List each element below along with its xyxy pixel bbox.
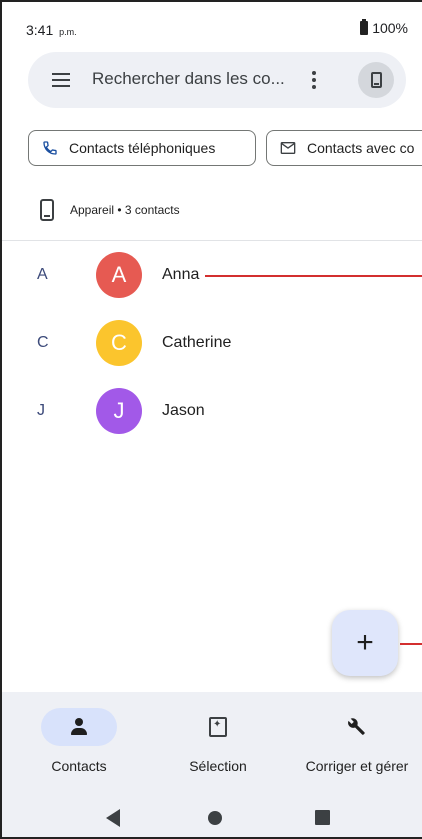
search-bar[interactable]: Rechercher dans les co... [28,52,406,108]
add-contact-button[interactable]: + [332,610,398,676]
annotation-line [400,643,422,645]
status-time-suffix: p.m. [59,27,77,37]
contact-name: Anna [162,266,200,283]
section-letter: J [37,402,45,419]
account-avatar[interactable] [358,62,394,98]
nav-contacts[interactable]: Contacts [9,708,149,774]
contact-row-jason[interactable]: J J Jason [2,382,422,442]
chip-email-label: Contacts avec co [307,140,415,156]
status-time: 3:41 p.m. [26,22,77,38]
section-letter: C [37,334,49,351]
chip-phone-contacts[interactable]: Contacts téléphoniques [28,130,256,166]
chip-phone-label: Contacts téléphoniques [69,140,216,156]
smartphone-icon [40,199,54,221]
status-bar: 3:41 p.m. 100% [2,2,422,46]
status-indicators: 100% [360,19,408,36]
wrench-icon [348,718,365,735]
nav-selection[interactable]: Sélection [148,708,288,774]
selection-icon [209,717,227,737]
home-icon[interactable] [208,811,222,825]
nav-contacts-pill [41,708,117,746]
phone-screen: 3:41 p.m. 100% Rechercher dans les co...… [0,0,422,839]
filter-chips: Contacts téléphoniques Contacts avec co [28,130,422,168]
bottom-navigation: Contacts Sélection Corriger et gérer [2,692,422,792]
contact-avatar: A [96,252,142,298]
nav-contacts-label: Contacts [51,758,107,774]
battery-level: 100% [372,20,408,36]
account-source-row[interactable]: Appareil • 3 contacts [40,196,180,224]
battery-icon [360,19,369,35]
menu-icon[interactable] [52,73,70,87]
system-navigation-bar [2,792,422,837]
section-letter: A [37,266,48,283]
phone-icon [41,139,59,157]
chip-email-contacts[interactable]: Contacts avec co [266,130,422,166]
search-input[interactable]: Rechercher dans les co... [92,69,285,89]
recents-icon[interactable] [315,810,330,825]
nav-fix-manage-label: Corriger et gérer [305,758,409,774]
contact-name: Catherine [162,334,232,351]
device-icon [370,72,382,88]
annotation-line [205,275,422,277]
status-time-value: 3:41 [26,22,54,38]
divider [2,240,422,241]
back-icon[interactable] [106,809,120,827]
contact-row-catherine[interactable]: C C Catherine [2,314,422,374]
contact-name: Jason [162,402,205,419]
contact-row-anna[interactable]: A A Anna [2,246,422,306]
contact-avatar: C [96,320,142,366]
nav-selection-pill [180,708,256,746]
mail-icon [279,139,297,157]
more-vert-icon[interactable] [310,69,318,91]
nav-selection-label: Sélection [189,758,247,774]
nav-fix-manage-pill [319,708,395,746]
nav-fix-manage[interactable]: Corriger et gérer [287,708,422,774]
contact-avatar: J [96,388,142,434]
person-icon [69,717,89,737]
account-source-label: Appareil • 3 contacts [70,203,180,217]
